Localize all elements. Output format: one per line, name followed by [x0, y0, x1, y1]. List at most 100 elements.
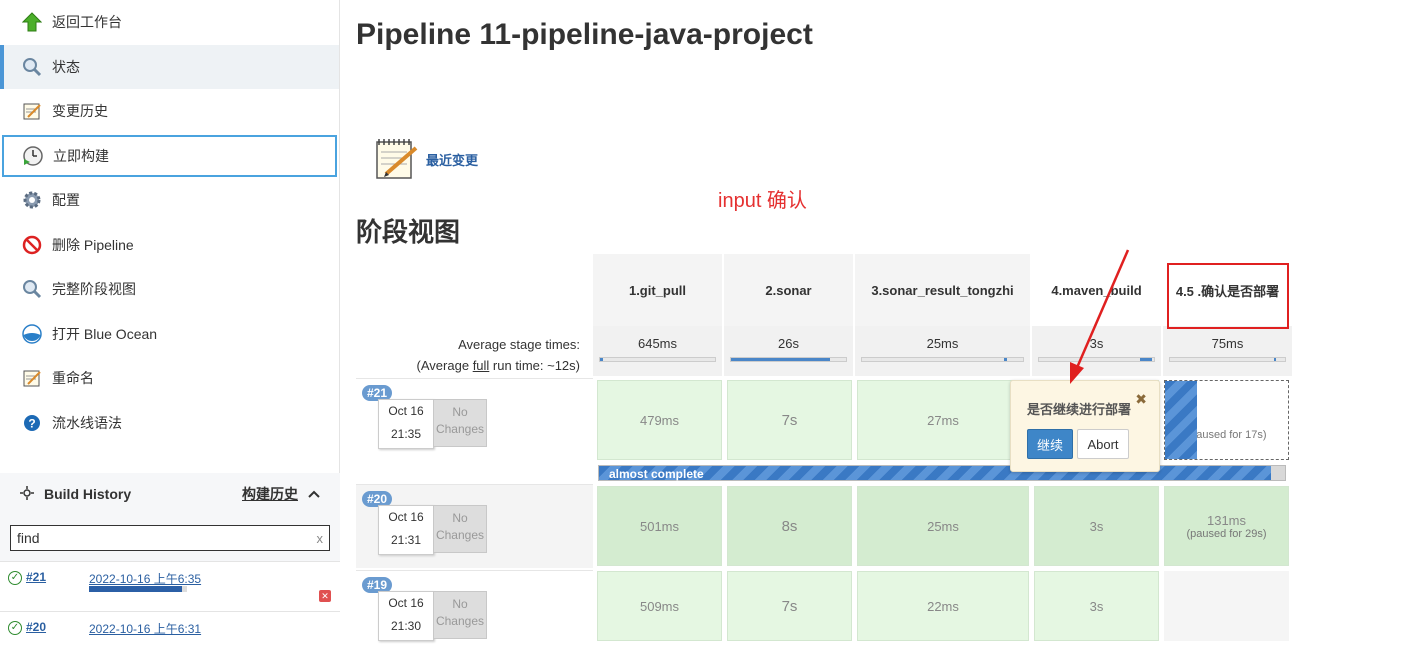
average-stage-times-text: Average stage times:: [458, 337, 580, 352]
gear-icon: [20, 188, 44, 212]
average-run-prefix: (Average: [416, 358, 473, 373]
paused-stripe: [1165, 381, 1197, 459]
stage-duration: 27ms: [927, 412, 959, 428]
stage-cell[interactable]: 509ms: [597, 571, 722, 641]
build-number-link[interactable]: #21: [26, 570, 46, 584]
proceed-button[interactable]: 继续: [1027, 429, 1073, 459]
stage-header: 1.git_pull: [593, 254, 723, 326]
stage-cell[interactable]: 25ms: [857, 486, 1029, 566]
full-link[interactable]: full: [473, 358, 490, 373]
sidebar-item-full-stage-view[interactable]: 完整阶段视图: [0, 267, 339, 312]
sidebar-item-status[interactable]: 状态: [0, 44, 339, 89]
avg-time-cell: 26s: [724, 326, 854, 376]
stage-cell[interactable]: 27ms: [857, 380, 1029, 460]
sidebar-item-build-now[interactable]: 立即构建: [1, 134, 338, 179]
abort-button[interactable]: Abort: [1077, 429, 1129, 459]
paused-duration: (paused for 29s): [1186, 527, 1267, 540]
avg-time-bar: [1169, 357, 1286, 362]
stage-cell[interactable]: 7s: [727, 380, 852, 460]
run-changes: No Changes: [433, 505, 487, 553]
stage-view-title: 阶段视图: [356, 217, 461, 247]
build-history-icon: [20, 485, 34, 503]
cancel-build-icon[interactable]: ✕: [319, 590, 331, 602]
sidebar-item-rename[interactable]: 重命名: [0, 356, 339, 401]
sidebar-item-back-to-dashboard[interactable]: 返回工作台: [0, 0, 339, 45]
annotation-highlight-box: [1167, 263, 1289, 329]
stage-duration: 501ms: [639, 518, 680, 534]
stage-duration: 7s: [781, 411, 798, 429]
build-number-link[interactable]: #20: [26, 620, 46, 634]
sidebar-item-label: 配置: [52, 192, 80, 209]
close-icon[interactable]: ✖: [1135, 391, 1147, 408]
stage-cell[interactable]: 501ms: [597, 486, 722, 566]
sidebar-item-configure[interactable]: 配置: [0, 178, 339, 223]
input-prompt-popup: 是否继续进行部署 ✖ 继续 Abort: [1010, 380, 1160, 472]
avg-time-value: 26s: [778, 336, 799, 351]
avg-time-bar-fill: [1140, 358, 1152, 361]
stage-duration: 25ms: [927, 518, 959, 534]
sidebar-item-pipeline-syntax[interactable]: ? 流水线语法: [0, 401, 339, 446]
avg-time-value: 25ms: [926, 336, 959, 351]
stage-cell[interactable]: 7s: [727, 571, 852, 641]
run-row-header: #19 Oct 16 21:30 No Changes: [356, 570, 593, 641]
run-date-card: Oct 16 21:31: [378, 505, 434, 555]
stage-cell[interactable]: 8s: [727, 486, 852, 566]
avg-time-bar: [861, 357, 1024, 362]
avg-time-bar-fill: [1003, 358, 1007, 361]
help-icon: ?: [20, 411, 44, 435]
avg-time-bar-fill: [731, 358, 830, 361]
stage-duration: 479ms: [639, 412, 680, 428]
build-trend-link[interactable]: 构建历史: [242, 484, 298, 504]
sidebar-item-blue-ocean[interactable]: 打开 Blue Ocean: [0, 312, 339, 357]
stage-duration: 131ms: [1206, 512, 1247, 528]
clock-build-icon: [21, 144, 45, 168]
sidebar-item-label: 立即构建: [53, 147, 109, 164]
stage-duration: 22ms: [927, 598, 959, 614]
run-time: 21:35: [390, 427, 422, 441]
notepad-icon: [20, 366, 44, 390]
sidebar-item-label: 状态: [52, 58, 80, 75]
svg-text:?: ?: [28, 416, 35, 430]
run-date: Oct 16: [388, 404, 424, 418]
build-date-link[interactable]: 2022-10-16 上午6:35: [89, 570, 201, 587]
clear-search-icon[interactable]: x: [317, 531, 324, 546]
run-row-header: #21 Oct 16 21:35 No Changes: [356, 378, 593, 462]
run-progress-text: almost complete: [609, 467, 704, 481]
stage-cell[interactable]: 131ms (paused for 29s): [1164, 486, 1289, 566]
run-progress-bar: almost complete: [598, 465, 1286, 481]
build-search-input[interactable]: [17, 530, 317, 546]
build-date-link[interactable]: 2022-10-16 上午6:31: [89, 620, 201, 637]
no-entry-icon: [20, 233, 44, 257]
prompt-question: 是否继续进行部署: [1027, 402, 1132, 417]
sidebar-item-delete-pipeline[interactable]: 删除 Pipeline: [0, 223, 339, 268]
arrow-up-icon: [20, 10, 44, 34]
stage-cell-paused[interactable]: (paused for 17s): [1164, 380, 1289, 460]
stage-duration: 7s: [781, 597, 798, 615]
stage-cell-empty: [1164, 571, 1289, 641]
sidebar-item-label: 重命名: [52, 370, 94, 387]
avg-time-bar-fill: [600, 358, 604, 361]
main-panel: Pipeline 11-pipeline-java-project 最近变更 i…: [356, 0, 1416, 641]
sidebar-item-changes[interactable]: 变更历史: [0, 89, 339, 134]
stage-cell[interactable]: 479ms: [597, 380, 722, 460]
recent-changes-link[interactable]: 最近变更: [426, 150, 478, 169]
annotation-text: input 确认: [718, 190, 807, 212]
build-history-title: Build History: [44, 486, 132, 502]
avg-time-cell: 3s: [1032, 326, 1162, 376]
stage-cell[interactable]: 3s: [1034, 486, 1159, 566]
stage-cell[interactable]: 22ms: [857, 571, 1029, 641]
notepad-icon[interactable]: [374, 136, 420, 182]
stage-view: 1.git_pull 2.sonar 3.sonar_result_tongzh…: [356, 254, 1296, 641]
sidebar-item-label: 流水线语法: [52, 414, 122, 431]
run-date: Oct 16: [388, 596, 424, 610]
sidebar-item-label: 返回工作台: [52, 14, 122, 31]
stage-duration: 3s: [1089, 598, 1104, 614]
paused-duration: (paused for 17s): [1186, 429, 1267, 441]
stage-header: 3.sonar_result_tongzhi: [855, 254, 1031, 326]
build-progress-bar: [89, 586, 187, 592]
stage-cell[interactable]: 3s: [1034, 571, 1159, 641]
success-check-icon: ✓: [8, 571, 22, 585]
average-times-label: Average stage times: (Average full run t…: [356, 334, 580, 376]
collapse-icon[interactable]: [308, 486, 320, 502]
stage-header: 2.sonar: [724, 254, 854, 326]
